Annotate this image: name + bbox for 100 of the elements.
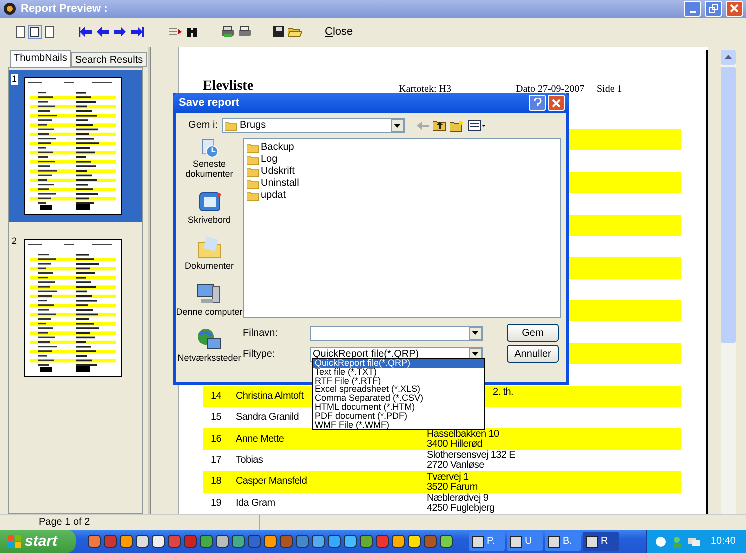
save-button[interactable]: Gem [507,324,559,342]
network-icon[interactable] [686,536,701,548]
student-name: Casper Mansfeld [236,476,308,488]
taskbar-task[interactable]: P. [469,532,505,551]
place-item[interactable]: Netværkssteder [178,322,242,363]
up-folder-icon[interactable] [433,120,446,131]
view-menu-icon[interactable] [468,120,486,131]
folder-icon [247,166,259,176]
previous-page-icon[interactable] [96,26,110,38]
folder-item[interactable]: Udskrift [247,166,557,177]
tab[interactable]: ThumbNails [10,50,72,67]
quick-launch-icon[interactable] [152,535,165,548]
folder-icon [247,178,259,188]
row-number: 15 [211,412,222,424]
place-item[interactable]: Dokumenter [184,230,234,271]
page-number: 2 [11,236,18,247]
documents-folder-icon [196,235,222,261]
dialog-title: Save report [179,97,241,109]
thumbnail-item[interactable]: 1 [9,70,142,222]
quick-launch-icon[interactable] [136,535,149,548]
first-page-icon[interactable] [79,26,93,38]
taskbar-task[interactable]: B. [545,532,581,551]
place-item[interactable]: Seneste dokumenter [176,138,243,179]
filename-field[interactable] [310,326,483,340]
single-page-icon[interactable] [16,26,25,38]
quick-launch-icon[interactable] [328,535,341,548]
student-name: Ida Gram [236,498,276,509]
place-item[interactable]: Denne computer [176,276,243,317]
task-icon [472,536,484,548]
task-icon [548,536,560,548]
page-label: Side 1 [597,84,624,95]
quick-launch-icon[interactable] [88,535,101,548]
minimize-icon [690,10,696,13]
printer-icon[interactable] [238,26,252,38]
place-item[interactable]: Skrivebord [188,184,232,225]
open-folder-icon[interactable] [288,26,302,38]
row-number: 19 [211,498,222,509]
quick-launch-icon[interactable] [440,535,453,548]
filetype-option[interactable]: QuickReport file(*.QRP) [313,359,484,368]
thumbnail-item[interactable]: 2 [9,232,142,384]
quick-launch-icon[interactable] [312,535,325,548]
student-name: Christina Almtoft [236,390,304,402]
page-width-icon[interactable] [28,25,42,40]
look-in-dropdown[interactable]: Brugs [222,118,405,133]
folder-item[interactable]: Backup [247,142,557,153]
report-title: Elevliste [203,78,255,95]
folder-icon [247,190,259,200]
quick-launch-icon[interactable] [232,535,245,548]
student-name: Tobias [236,455,264,466]
window-title: Report Preview : [21,2,109,15]
quick-launch-icon[interactable] [360,535,373,548]
quick-launch-icon[interactable] [344,535,357,548]
save-icon[interactable] [273,26,285,38]
address: Næblerødvej 9 4250 Fuglebjerg [427,494,495,514]
list-arrow-icon[interactable] [169,27,183,38]
folder-item[interactable]: updat [247,190,557,201]
caret-icon [472,352,479,356]
filename-label: Filnavn: [243,328,280,338]
vertical-scrollbar[interactable] [721,50,736,514]
quick-launch-icon[interactable] [264,535,277,548]
help-button[interactable] [529,95,546,111]
task-icon [586,536,598,548]
address: Tværvej 1 3520 Farum [427,472,478,493]
close-button[interactable] [548,95,565,111]
new-folder-icon[interactable] [450,120,464,132]
taskbar-task[interactable]: U [507,532,543,551]
quick-launch-icon[interactable] [216,535,229,548]
folder-item[interactable]: Log [247,154,557,165]
folder-item[interactable]: Uninstall [247,178,557,189]
last-page-icon[interactable] [130,26,144,38]
taskbar-task[interactable]: R [583,532,619,551]
caret-icon [472,331,479,335]
full-page-icon[interactable] [45,26,54,38]
cancel-button[interactable]: Annuller [507,345,559,363]
look-in-label: Gem i: [188,120,218,131]
restore-icon [709,4,718,14]
student-name: Anne Mette [236,434,284,445]
next-page-icon[interactable] [113,26,127,38]
filetype-label: Filtype: [243,348,276,360]
row-number: 14 [211,390,222,402]
restore-button[interactable] [705,0,722,17]
minimize-button[interactable] [684,0,701,17]
tray-icon[interactable] [654,536,667,548]
page-thumbnail[interactable] [24,76,122,215]
quick-launch-icon[interactable] [120,535,133,548]
tab[interactable]: Search Results [71,52,148,67]
page-thumbnail[interactable] [24,238,122,377]
quick-launch-icon[interactable] [392,535,405,548]
student-name: Sandra Granild [236,412,300,424]
close-preview-button[interactable]: Close [321,26,358,38]
address: Hasselbakken 10 3400 Hillerød [427,430,500,450]
close-button[interactable] [726,0,743,17]
row-number: 17 [211,455,222,466]
address: 2. th. [493,388,514,398]
close-icon [730,4,739,14]
row-number: 16 [211,434,222,445]
help-icon [534,98,542,108]
scroll-up-icon[interactable] [725,55,732,60]
printer-setup-icon[interactable] [221,26,235,38]
quick-launch-icon[interactable] [408,535,421,548]
